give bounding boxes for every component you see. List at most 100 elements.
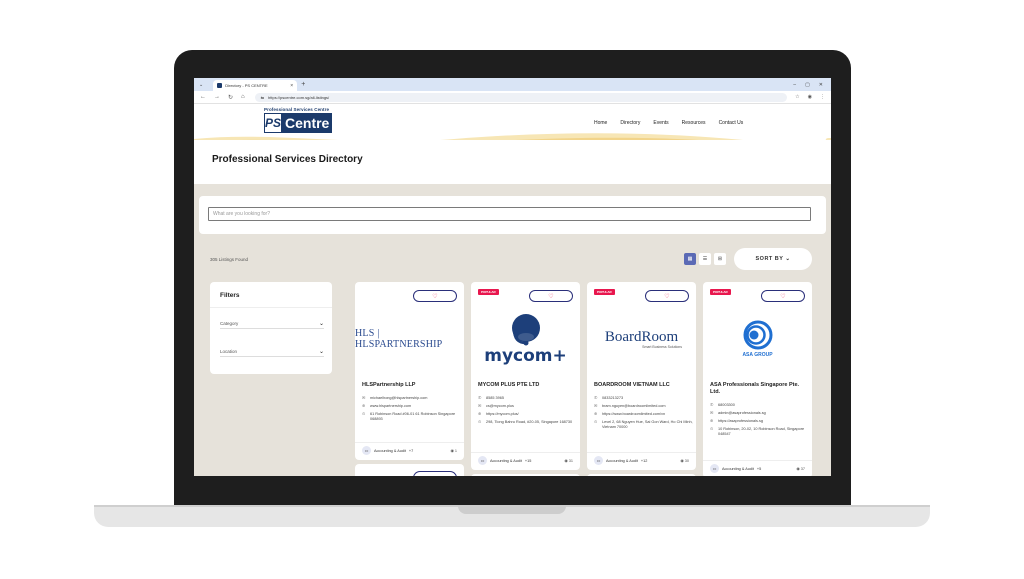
tab-close-icon[interactable]: × [290, 83, 293, 89]
filters-title: Filters [220, 292, 240, 299]
listing-info: ✆ 8585 3965 ✉ cs@mycom.plus ⊕ https://mycom… [478, 395, 578, 428]
home-icon[interactable]: ⌂ [241, 94, 245, 100]
favorite-heart-button[interactable]: ♡ [529, 290, 573, 302]
views-value: 31 [568, 459, 573, 463]
grid-view-icon[interactable]: ▦ [684, 253, 696, 265]
search-panel: What are you looking for? [199, 196, 826, 234]
address-row: ⊙ 298, Tiong Bahru Road, #20-05, Singapor… [478, 419, 578, 425]
forward-icon[interactable]: → [214, 94, 220, 100]
close-window-icon[interactable]: ✕ [819, 82, 823, 88]
location-pin-icon: ⊙ [362, 411, 366, 417]
mail-icon: ✉ [362, 395, 366, 400]
site-info-icon[interactable]: ⇆ [261, 95, 264, 100]
view-count: ◉ 30 [680, 458, 689, 463]
tab-search-icon[interactable]: ⌄ [199, 82, 203, 88]
globe-icon: ⊕ [594, 411, 598, 417]
boardroom-logo-subtitle: Smart Business Solutions [642, 344, 682, 349]
bookmark-star-icon[interactable]: ☆ [795, 94, 799, 100]
search-input[interactable]: What are you looking for? [208, 207, 811, 221]
phone-row: ✆ 8585 3965 [478, 395, 578, 401]
location-pin-icon: ⊙ [710, 426, 714, 432]
more-categories: +7 [408, 448, 414, 453]
listing-website[interactable]: https://asaprofessionals.sg [718, 419, 763, 424]
listing-category[interactable]: Accounting & Audit [606, 459, 638, 463]
location-filter[interactable]: Location ⌄ [220, 347, 324, 357]
more-categories: +5 [756, 466, 762, 471]
profile-icon[interactable]: ◉ [808, 94, 812, 100]
page-title-band: Professional Services Directory [194, 140, 831, 184]
listing-name[interactable]: ASA Professionals Singapore Pte. Ltd. [710, 382, 810, 396]
popular-badge: POPULAR [594, 289, 615, 295]
listing-website[interactable]: https://www.boardroomlimited.com/vn [602, 412, 665, 417]
listing-name[interactable]: MYCOM PLUS PTE LTD [478, 382, 578, 389]
favorite-heart-button[interactable] [413, 471, 457, 476]
nav-home[interactable]: Home [594, 120, 607, 126]
listing-card-partial[interactable] [355, 464, 464, 476]
sort-by-button[interactable]: SORT BY ⌄ [734, 248, 812, 270]
listing-email[interactable]: cs@mycom.plus [486, 404, 514, 409]
headset-mascot-icon [511, 314, 540, 346]
listing-phone[interactable]: 8585 3965 [486, 396, 504, 401]
listing-email[interactable]: admin@asaprofessionals.sg [718, 411, 766, 416]
listing-email[interactable]: michaelhong@hlspartnership.com [370, 396, 427, 401]
favorite-heart-button[interactable]: ♡ [645, 290, 689, 302]
favorite-heart-button[interactable]: ♡ [413, 290, 457, 302]
more-categories: +15 [524, 458, 532, 463]
reload-icon[interactable]: ↻ [228, 94, 233, 101]
favorite-heart-button[interactable]: ♡ [761, 290, 805, 302]
nav-events[interactable]: Events [653, 120, 668, 126]
site-logo[interactable]: Professional Services Centre PS Centre [264, 107, 339, 133]
main-nav: Home Directory Events Resources Contact … [594, 120, 743, 126]
asa-logo-text: ASA GROUP [742, 352, 773, 358]
page-title: Professional Services Directory [212, 154, 363, 165]
menu-kebab-icon[interactable]: ⋮ [820, 94, 825, 100]
popular-badge: POPULAR [710, 289, 731, 295]
listing-website[interactable]: www.hlspartnership.com [370, 404, 411, 409]
heart-icon: ♡ [548, 293, 554, 300]
window-controls: – ▢ ✕ [793, 82, 831, 88]
listing-phone[interactable]: 68003300 [718, 403, 735, 408]
directory-content: What are you looking for? 305 Listings F… [194, 184, 831, 476]
view-toggle: ▦ ☰ ⊞ [684, 253, 726, 265]
globe-icon: ⊕ [362, 403, 366, 409]
back-icon[interactable]: ← [200, 94, 206, 100]
listing-card-partial[interactable] [587, 474, 696, 476]
logo-centre: Centre [282, 113, 333, 133]
mycom-logo-text: mycom+ [484, 346, 567, 366]
listing-card[interactable]: ♡ HLS | HLSPARTNERSHIP HLSPartnership LL… [355, 282, 464, 460]
nav-directory[interactable]: Directory [620, 120, 640, 126]
url-text: https://pscentre.com.sg/all-listings/ [268, 94, 330, 100]
listing-category[interactable]: Accounting & Audit [374, 449, 406, 453]
listing-info: ✉ michaelhong@hlspartnership.com ⊕ www.hls… [362, 395, 462, 425]
listing-card[interactable]: POPULAR ♡ ASA GROUP ASA Professionals Si… [703, 282, 812, 476]
filters-divider [210, 307, 332, 308]
listing-footer: ▭ Accounting & Audit +15 ◉ 31 [471, 452, 580, 468]
listing-phone[interactable]: 0833213273 [602, 396, 623, 401]
listing-name[interactable]: BOARDROOM VIETNAM LLC [594, 382, 694, 389]
list-view-icon[interactable]: ☰ [699, 253, 711, 265]
listing-name[interactable]: HLSPartnership LLP [362, 382, 462, 389]
listing-email[interactable]: bram.nguyen@boardroomlimited.com [602, 404, 666, 409]
nav-contact-us[interactable]: Contact Us [719, 120, 744, 126]
minimize-icon[interactable]: – [793, 82, 796, 88]
listing-card[interactable]: POPULAR ♡ BoardRoom Smart Business Solut… [587, 282, 696, 470]
views-value: 37 [800, 467, 805, 471]
new-tab-button[interactable]: + [301, 81, 305, 88]
listing-card-partial[interactable] [471, 474, 580, 476]
address-row: ⊙ 61 Robinson Road #06-01 61 Robinson Sin… [362, 411, 462, 422]
listing-footer: ▭ Accounting & Audit +12 ◉ 30 [587, 452, 696, 468]
phone-icon: ✆ [478, 395, 482, 400]
view-count: ◉ 31 [564, 458, 573, 463]
category-filter[interactable]: Category ⌄ [220, 319, 324, 329]
listing-footer: ▭ Accounting & Audit +5 ◉ 37 [703, 460, 812, 476]
location-pin-icon: ⊙ [594, 419, 598, 425]
url-field[interactable]: ⇆ https://pscentre.com.sg/all-listings/ [254, 92, 788, 102]
browser-tab[interactable]: Directory - PS CENTRE × [213, 80, 298, 91]
listing-card[interactable]: POPULAR ♡ mycom+ MYCOM PLUS PTE LTD ✆ 858… [471, 282, 580, 470]
listing-category[interactable]: Accounting & Audit [722, 467, 754, 471]
maximize-icon[interactable]: ▢ [805, 82, 810, 88]
listing-website[interactable]: https://mycom.plus/ [486, 412, 519, 417]
nav-resources[interactable]: Resources [682, 120, 706, 126]
map-view-icon[interactable]: ⊞ [714, 253, 726, 265]
listing-category[interactable]: Accounting & Audit [490, 459, 522, 463]
